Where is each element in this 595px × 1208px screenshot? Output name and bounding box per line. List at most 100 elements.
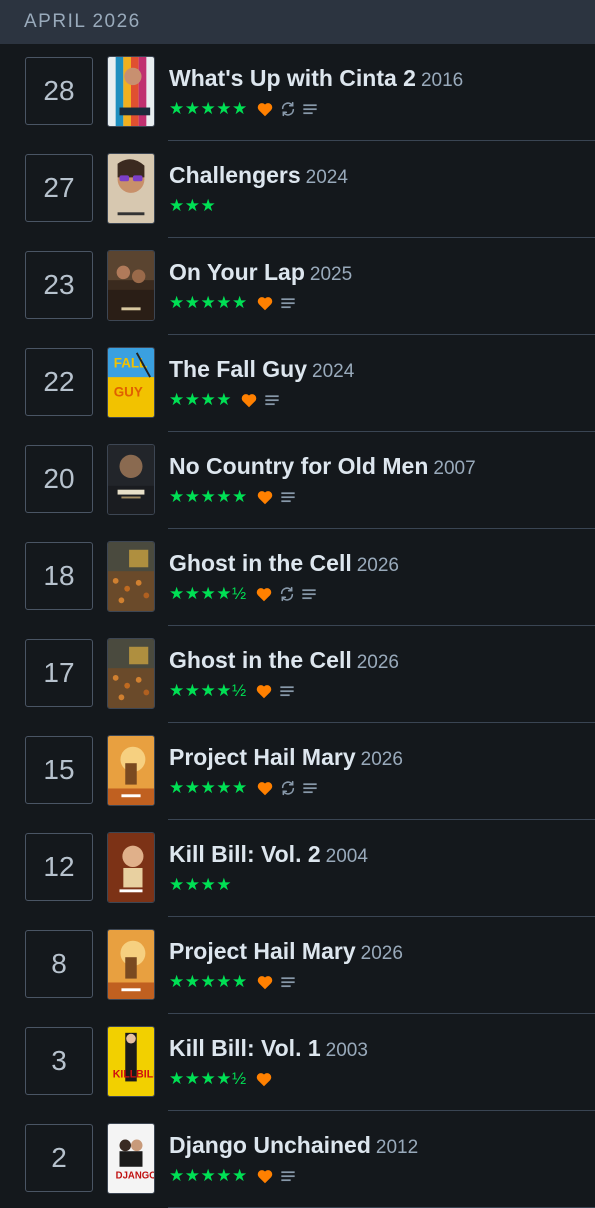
entry-meta: ★★★★★ xyxy=(169,778,318,798)
star-rating: ★★★★½ xyxy=(169,681,247,700)
entry-day[interactable]: 8 xyxy=(25,930,93,998)
liked-heart-icon xyxy=(255,586,273,602)
diary-list: 28 What's Up with Cinta 2 2016 ★★★★★ 27 Chall… xyxy=(0,44,595,1208)
entry-day[interactable]: 28 xyxy=(25,57,93,125)
entry-meta: ★★★★½ xyxy=(169,681,295,701)
entry-day[interactable]: 20 xyxy=(25,445,93,513)
entry-title-line: Kill Bill: Vol. 1 2003 xyxy=(169,1035,587,1062)
diary-entry[interactable]: 17 Ghost in the Cell 2026 ★★★★½ xyxy=(0,626,595,723)
diary-entry[interactable]: 28 What's Up with Cinta 2 2016 ★★★★★ xyxy=(0,44,595,141)
film-poster[interactable] xyxy=(107,735,155,806)
diary-entry[interactable]: 20 No Country for Old Men 2007 ★★★★★ xyxy=(0,432,595,529)
entry-meta: ★★★★★ xyxy=(169,1166,296,1186)
film-year[interactable]: 2004 xyxy=(326,846,368,867)
liked-heart-icon xyxy=(256,780,274,796)
diary-entry[interactable]: 15 Project Hail Mary 2026 ★★★★★ xyxy=(0,723,595,820)
review-icon[interactable] xyxy=(280,1169,296,1183)
diary-entry[interactable]: 18 Ghost in the Cell 2026 ★★★★½ xyxy=(0,529,595,626)
entry-meta: ★★★ xyxy=(169,196,216,216)
entry-day[interactable]: 2 xyxy=(25,1124,93,1192)
film-title[interactable]: Challengers xyxy=(169,162,301,188)
diary-entry[interactable]: 27 Challengers 2024 ★★★ xyxy=(0,141,595,238)
star-rating: ★★★★★ xyxy=(169,487,248,506)
film-title[interactable]: Project Hail Mary xyxy=(169,938,356,964)
film-title[interactable]: What's Up with Cinta 2 xyxy=(169,65,416,91)
entry-day[interactable]: 18 xyxy=(25,542,93,610)
film-title[interactable]: On Your Lap xyxy=(169,259,305,285)
entry-meta: ★★★★★ xyxy=(169,972,296,992)
film-year[interactable]: 2026 xyxy=(361,943,403,964)
review-icon[interactable] xyxy=(264,393,280,407)
rewatch-icon xyxy=(279,586,295,602)
film-poster[interactable] xyxy=(107,153,155,224)
entry-meta: ★★★★ xyxy=(169,390,280,410)
review-icon[interactable] xyxy=(302,781,318,795)
film-title[interactable]: Ghost in the Cell xyxy=(169,550,352,576)
film-poster[interactable] xyxy=(107,832,155,903)
entry-day[interactable]: 17 xyxy=(25,639,93,707)
film-poster[interactable]: FALL GUY xyxy=(107,347,155,418)
film-poster[interactable]: KILLBILL xyxy=(107,1026,155,1097)
diary-entry[interactable]: 12 Kill Bill: Vol. 2 2004 ★★★★ xyxy=(0,820,595,917)
film-year[interactable]: 2016 xyxy=(421,70,463,91)
review-icon[interactable] xyxy=(280,296,296,310)
film-year[interactable]: 2007 xyxy=(433,458,475,479)
liked-heart-icon xyxy=(255,683,273,699)
review-icon[interactable] xyxy=(280,975,296,989)
entry-title-line: Django Unchained 2012 xyxy=(169,1132,587,1159)
entry-title-line: No Country for Old Men 2007 xyxy=(169,453,587,480)
film-title[interactable]: The Fall Guy xyxy=(169,356,307,382)
svg-text:KILLBILL: KILLBILL xyxy=(113,1068,154,1080)
film-title[interactable]: No Country for Old Men xyxy=(169,453,428,479)
entry-day[interactable]: 23 xyxy=(25,251,93,319)
film-poster[interactable] xyxy=(107,250,155,321)
liked-heart-icon xyxy=(255,1071,273,1087)
entry-title-line: Kill Bill: Vol. 2 2004 xyxy=(169,841,587,868)
entry-day[interactable]: 15 xyxy=(25,736,93,804)
film-year[interactable]: 2003 xyxy=(326,1040,368,1061)
review-icon[interactable] xyxy=(279,684,295,698)
film-year[interactable]: 2026 xyxy=(357,555,399,576)
month-label: APRIL 2026 xyxy=(24,11,141,32)
entry-day[interactable]: 22 xyxy=(25,348,93,416)
diary-entry[interactable]: 8 Project Hail Mary 2026 ★★★★★ xyxy=(0,917,595,1014)
review-icon[interactable] xyxy=(301,587,317,601)
film-title[interactable]: Kill Bill: Vol. 2 xyxy=(169,841,321,867)
film-poster[interactable]: DJANGO xyxy=(107,1123,155,1194)
entry-meta: ★★★★★ xyxy=(169,487,296,507)
film-title[interactable]: Django Unchained xyxy=(169,1132,371,1158)
svg-text:GUY: GUY xyxy=(114,385,143,400)
film-year[interactable]: 2026 xyxy=(361,749,403,770)
entry-title-line: The Fall Guy 2024 xyxy=(169,356,587,383)
entry-day[interactable]: 3 xyxy=(25,1027,93,1095)
entry-day[interactable]: 12 xyxy=(25,833,93,901)
diary-entry[interactable]: 3 KILLBILL Kill Bill: Vol. 12003 ★★★★½ xyxy=(0,1014,595,1111)
entry-title-line: Project Hail Mary 2026 xyxy=(169,938,587,965)
liked-heart-icon xyxy=(240,392,258,408)
diary-entry[interactable]: 2 DJANGO Django Unchained 2012 ★★★★★ xyxy=(0,1111,595,1208)
film-poster[interactable] xyxy=(107,56,155,127)
film-year[interactable]: 2026 xyxy=(357,652,399,673)
entry-day[interactable]: 27 xyxy=(25,154,93,222)
month-header: APRIL 2026 xyxy=(0,0,595,44)
film-year[interactable]: 2024 xyxy=(306,167,348,188)
film-poster[interactable] xyxy=(107,444,155,515)
entry-meta: ★★★★★ xyxy=(169,293,296,313)
film-title[interactable]: Kill Bill: Vol. 1 xyxy=(169,1035,321,1061)
film-poster[interactable] xyxy=(107,541,155,612)
film-poster[interactable] xyxy=(107,929,155,1000)
film-title[interactable]: Ghost in the Cell xyxy=(169,647,352,673)
film-year[interactable]: 2012 xyxy=(376,1137,418,1158)
liked-heart-icon xyxy=(256,1168,274,1184)
entry-meta: ★★★★½ xyxy=(169,584,317,604)
rewatch-icon xyxy=(280,780,296,796)
film-title[interactable]: Project Hail Mary xyxy=(169,744,356,770)
film-year[interactable]: 2025 xyxy=(310,264,352,285)
review-icon[interactable] xyxy=(302,102,318,116)
star-rating: ★★★★½ xyxy=(169,584,247,603)
film-year[interactable]: 2024 xyxy=(312,361,354,382)
film-poster[interactable] xyxy=(107,638,155,709)
diary-entry[interactable]: 22 FALL GUY The Fall Guy 2024 ★★★★ xyxy=(0,335,595,432)
diary-entry[interactable]: 23 On Your Lap 2025 ★★★★★ xyxy=(0,238,595,335)
review-icon[interactable] xyxy=(280,490,296,504)
